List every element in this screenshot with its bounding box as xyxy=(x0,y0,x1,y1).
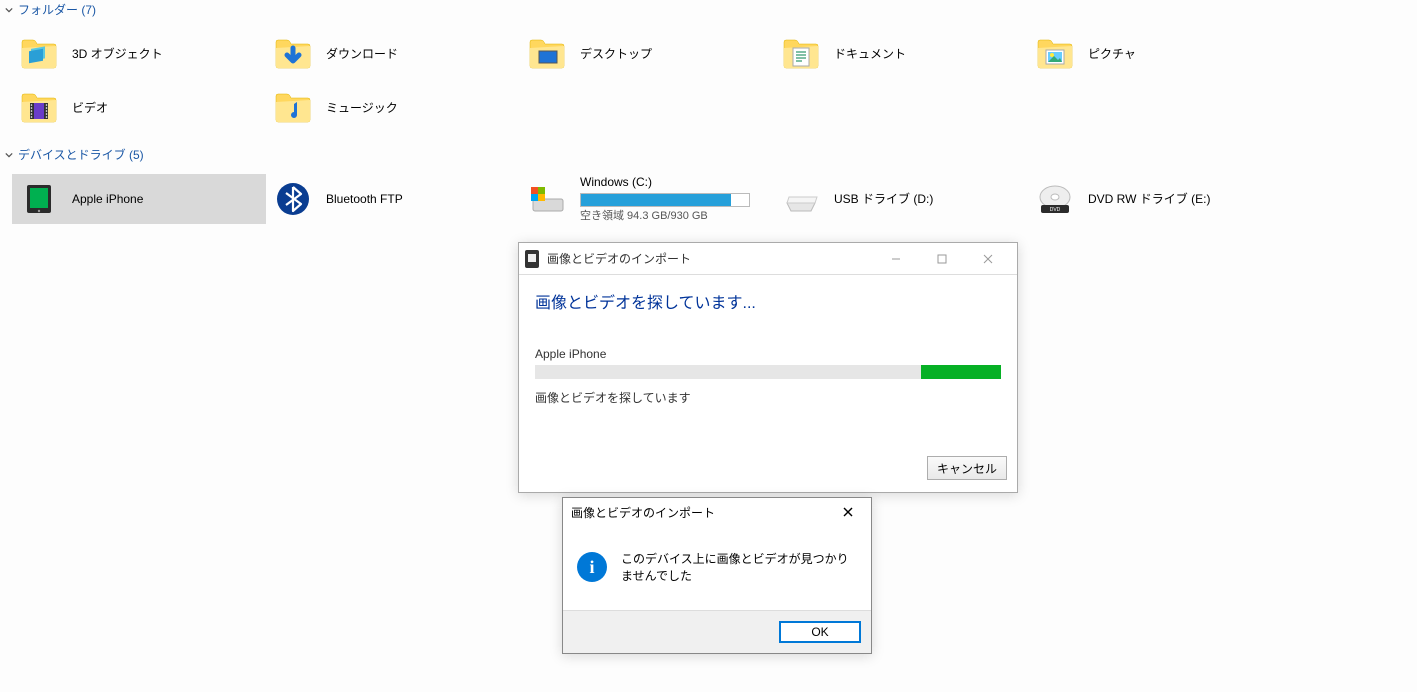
info-icon: i xyxy=(577,552,607,582)
cancel-button[interactable]: キャンセル xyxy=(927,456,1007,480)
progress-status: 画像とビデオを探しています xyxy=(535,389,1001,406)
drives-grid: Apple iPhone Bluetooth FTP Windows (C:) 空き領… xyxy=(0,164,1417,236)
3d-folder-icon xyxy=(18,33,60,75)
folder-label: ダウンロード xyxy=(326,47,398,61)
drive-label: Bluetooth FTP xyxy=(326,191,514,207)
folder-label: 3D オブジェクト xyxy=(72,47,163,61)
document-folder-icon xyxy=(780,33,822,75)
bluetooth-icon xyxy=(272,178,314,220)
drive-item[interactable]: Apple iPhone xyxy=(12,174,266,224)
usb-icon xyxy=(780,178,822,220)
ok-button[interactable]: OK xyxy=(779,621,861,643)
maximize-button[interactable] xyxy=(919,246,965,272)
disk-usage-bar xyxy=(580,193,750,207)
windisk-icon xyxy=(526,178,568,220)
dialog-title: 画像とビデオのインポート xyxy=(547,250,691,267)
folder-label: デスクトップ xyxy=(580,47,652,61)
music-folder-icon xyxy=(272,87,314,129)
folders-grid: 3D オブジェクト ダウンロード デスクトップ ドキュメント ピクチャビデオ ミュージック xyxy=(0,19,1417,145)
picture-folder-icon xyxy=(1034,33,1076,75)
folder-item[interactable]: ダウンロード xyxy=(266,29,520,79)
import-progress-dialog: 画像とビデオのインポート 画像とビデオを探しています... Apple iPho… xyxy=(518,242,1018,493)
folder-item[interactable]: 3D オブジェクト xyxy=(12,29,266,79)
folder-item[interactable]: ピクチャ xyxy=(1028,29,1282,79)
folder-item[interactable]: デスクトップ xyxy=(520,29,774,79)
progress-device: Apple iPhone xyxy=(535,347,1001,361)
phone-icon xyxy=(18,178,60,220)
drive-item[interactable]: USB ドライブ (D:) xyxy=(774,174,1028,224)
folder-item[interactable]: ミュージック xyxy=(266,83,520,133)
disk-usage-text: 空き領域 94.3 GB/930 GB xyxy=(580,209,768,224)
minimize-button[interactable] xyxy=(873,246,919,272)
dialog-titlebar[interactable]: 画像とビデオのインポート xyxy=(563,498,871,526)
drive-item[interactable]: Bluetooth FTP xyxy=(266,174,520,224)
drive-item[interactable]: DVD DVD RW ドライブ (E:) xyxy=(1028,174,1282,224)
close-button[interactable] xyxy=(833,507,863,517)
drive-label: DVD RW ドライブ (E:) xyxy=(1088,191,1276,207)
folder-label: ビデオ xyxy=(72,101,108,115)
dialog-title: 画像とビデオのインポート xyxy=(571,504,715,521)
drive-label: Windows (C:) xyxy=(580,174,768,190)
progress-headline: 画像とビデオを探しています... xyxy=(535,289,1001,313)
drive-label: USB ドライブ (D:) xyxy=(834,191,1022,207)
chevron-down-icon xyxy=(4,150,14,160)
folder-label: ミュージック xyxy=(326,101,398,115)
folder-item[interactable]: ビデオ xyxy=(12,83,266,133)
folders-section-title: フォルダー (7) xyxy=(18,1,96,18)
folder-item[interactable]: ドキュメント xyxy=(774,29,1028,79)
phone-icon xyxy=(525,250,539,268)
progress-bar xyxy=(535,365,1001,379)
drive-item[interactable]: Windows (C:) 空き領域 94.3 GB/930 GB xyxy=(520,174,774,224)
dialog-titlebar[interactable]: 画像とビデオのインポート xyxy=(519,243,1017,275)
import-message-dialog: 画像とビデオのインポート i このデバイス上に画像とビデオが見つかりませんでした… xyxy=(562,497,872,654)
svg-text:DVD: DVD xyxy=(1050,207,1061,213)
folder-label: ピクチャ xyxy=(1088,47,1136,61)
drives-section-header[interactable]: デバイスとドライブ (5) xyxy=(0,145,1417,164)
folder-label: ドキュメント xyxy=(834,47,906,61)
dialog-message: このデバイス上に画像とビデオが見つかりませんでした xyxy=(621,550,857,584)
chevron-down-icon xyxy=(4,5,14,15)
desktop-folder-icon xyxy=(526,33,568,75)
drive-label: Apple iPhone xyxy=(72,191,260,207)
video-folder-icon xyxy=(18,87,60,129)
dvd-icon: DVD xyxy=(1034,178,1076,220)
download-folder-icon xyxy=(272,33,314,75)
drives-section-title: デバイスとドライブ (5) xyxy=(18,146,144,163)
folders-section-header[interactable]: フォルダー (7) xyxy=(0,0,1417,19)
close-button[interactable] xyxy=(965,246,1011,272)
